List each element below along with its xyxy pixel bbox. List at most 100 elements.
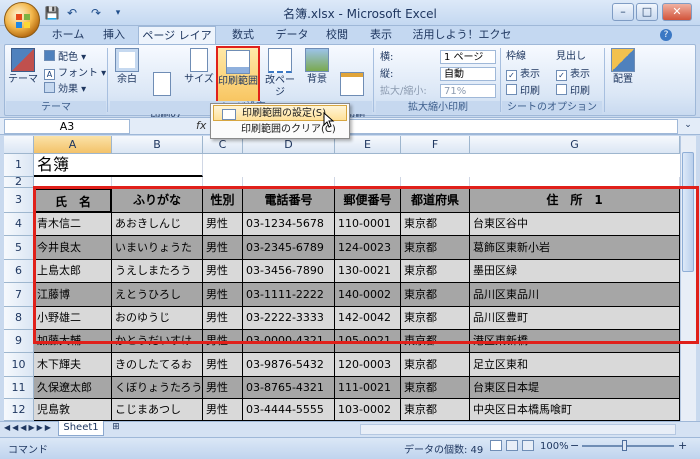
scale-height-select[interactable]: 自動 (440, 67, 496, 81)
page-layout-view-icon[interactable] (506, 440, 518, 451)
close-button[interactable]: ✕ (662, 3, 692, 21)
table-cell[interactable]: 140-0002 (335, 283, 401, 307)
table-cell[interactable]: 今井良太 (34, 236, 112, 260)
table-cell[interactable]: 東京都 (401, 399, 470, 421)
table-cell[interactable]: 品川区豊町 (470, 307, 680, 330)
gridlines-view-checkbox[interactable]: ✓ 表示 (506, 67, 540, 82)
row-header[interactable]: 6 (4, 260, 34, 283)
column-header[interactable]: A (34, 136, 112, 154)
zoom-in-button[interactable]: + (678, 439, 687, 452)
headings-view-checkbox[interactable]: ✓ 表示 (556, 67, 590, 82)
table-cell[interactable]: 葛飾区東新小岩 (470, 236, 680, 260)
size-button[interactable]: サイズ (184, 48, 214, 86)
table-cell[interactable]: 105-0021 (335, 330, 401, 353)
table-header-cell[interactable]: 氏 名 (34, 188, 112, 213)
tab-review[interactable]: 校閲 (320, 26, 354, 44)
table-cell[interactable]: 男性 (203, 307, 243, 330)
table-cell[interactable]: 東京都 (401, 377, 470, 399)
table-cell[interactable]: 品川区東品川 (470, 283, 680, 307)
table-header-cell[interactable]: 性別 (203, 188, 243, 213)
table-cell[interactable]: 男性 (203, 260, 243, 283)
table-cell[interactable] (401, 177, 470, 188)
table-cell[interactable]: 120-0003 (335, 353, 401, 377)
row-header[interactable]: 8 (4, 307, 34, 330)
redo-icon[interactable]: ↷ (88, 5, 104, 21)
table-cell[interactable]: 加藤大輔 (34, 330, 112, 353)
table-cell[interactable]: 東京都 (401, 307, 470, 330)
table-header-cell[interactable]: 電話番号 (243, 188, 335, 213)
insert-sheet-icon[interactable]: ⊞ (108, 422, 124, 435)
save-icon[interactable]: 💾 (44, 5, 60, 21)
table-cell[interactable]: 03-1234-5678 (243, 213, 335, 236)
row-header[interactable]: 9 (4, 330, 34, 353)
table-cell[interactable]: 東京都 (401, 353, 470, 377)
print-area-button[interactable]: 印刷範囲 (216, 46, 260, 104)
normal-view-icon[interactable] (490, 440, 502, 451)
table-cell[interactable]: こじまあつし (112, 399, 203, 421)
arrange-button[interactable]: 配置 (608, 48, 638, 86)
scale-width-select[interactable]: 1 ページ (440, 50, 496, 64)
expand-formula-bar-icon[interactable]: ⌄ (682, 120, 694, 133)
row-header[interactable]: 7 (4, 283, 34, 307)
tab-page-layout[interactable]: ページ レイアウト (138, 26, 216, 60)
table-cell[interactable]: 03-8765-4321 (243, 377, 335, 399)
table-cell[interactable]: 青木信二 (34, 213, 112, 236)
table-cell[interactable]: 木下輝夫 (34, 353, 112, 377)
table-cell[interactable]: 03-0000-4321 (243, 330, 335, 353)
table-cell[interactable] (470, 177, 680, 188)
table-cell[interactable]: 台東区谷中 (470, 213, 680, 236)
table-cell[interactable]: 台東区日本堤 (470, 377, 680, 399)
table-cell[interactable]: うえしまたろう (112, 260, 203, 283)
table-cell[interactable]: 東京都 (401, 213, 470, 236)
row-header[interactable]: 12 (4, 399, 34, 421)
tab-excel-tips[interactable]: 活用しよう！エクセル (410, 26, 514, 59)
maximize-button[interactable]: □ (636, 3, 658, 21)
table-cell[interactable]: いまいりょうた (112, 236, 203, 260)
tab-formulas[interactable]: 数式 (226, 26, 260, 44)
table-cell[interactable]: 03-2345-6789 (243, 236, 335, 260)
tab-insert[interactable]: 挿入 (96, 26, 132, 44)
table-cell[interactable]: 124-0023 (335, 236, 401, 260)
table-cell[interactable]: 103-0002 (335, 399, 401, 421)
table-cell[interactable] (34, 177, 112, 188)
tab-home[interactable]: ホーム (48, 26, 88, 44)
table-cell[interactable]: 111-0021 (335, 377, 401, 399)
table-header-cell[interactable]: 都道府県 (401, 188, 470, 213)
breaks-button[interactable]: 改ページ (262, 48, 298, 99)
name-box[interactable]: A3 (4, 119, 130, 134)
table-cell[interactable] (243, 177, 335, 188)
table-cell[interactable]: 墨田区緑 (470, 260, 680, 283)
table-cell[interactable]: 東京都 (401, 260, 470, 283)
theme-colors-button[interactable]: 配色 ▾ (44, 50, 86, 65)
column-header[interactable]: B (112, 136, 203, 154)
zoom-level[interactable]: 100% (540, 441, 569, 452)
page-break-preview-icon[interactable] (522, 440, 534, 451)
table-cell[interactable]: かとうだいすけ (112, 330, 203, 353)
table-cell[interactable]: 110-0001 (335, 213, 401, 236)
horizontal-scrollbar[interactable] (360, 424, 676, 435)
themes-button[interactable]: テーマ (8, 48, 38, 86)
qat-customize-icon[interactable]: ▾ (110, 5, 126, 21)
table-cell[interactable]: えとうひろし (112, 283, 203, 307)
table-cell[interactable]: 03-1111-2222 (243, 283, 335, 307)
table-cell[interactable]: 港区東新橋 (470, 330, 680, 353)
zoom-slider-thumb[interactable] (622, 440, 627, 451)
vertical-scroll-thumb[interactable] (682, 152, 694, 272)
table-cell[interactable]: 江藤博 (34, 283, 112, 307)
theme-effects-button[interactable]: 効果 ▾ (44, 82, 86, 97)
table-cell[interactable]: 03-3456-7890 (243, 260, 335, 283)
table-cell[interactable]: 児島敦 (34, 399, 112, 421)
table-cell[interactable]: 03-4444-5555 (243, 399, 335, 421)
office-button[interactable] (4, 2, 40, 38)
zoom-out-button[interactable]: − (570, 439, 579, 452)
theme-fonts-button[interactable]: A フォント ▾ (44, 66, 106, 81)
scale-percent-field[interactable]: 71% (440, 84, 496, 98)
row-header[interactable]: 2 (4, 176, 34, 188)
row-header[interactable]: 10 (4, 353, 34, 377)
column-header[interactable]: G (470, 136, 680, 154)
table-cell[interactable]: 東京都 (401, 283, 470, 307)
table-cell[interactable] (335, 177, 401, 188)
table-cell[interactable]: 久保遼太郎 (34, 377, 112, 399)
sheet-nav-arrows-icon[interactable]: ◀◀◀▶▶▶ (4, 423, 54, 432)
table-cell[interactable]: 130-0021 (335, 260, 401, 283)
